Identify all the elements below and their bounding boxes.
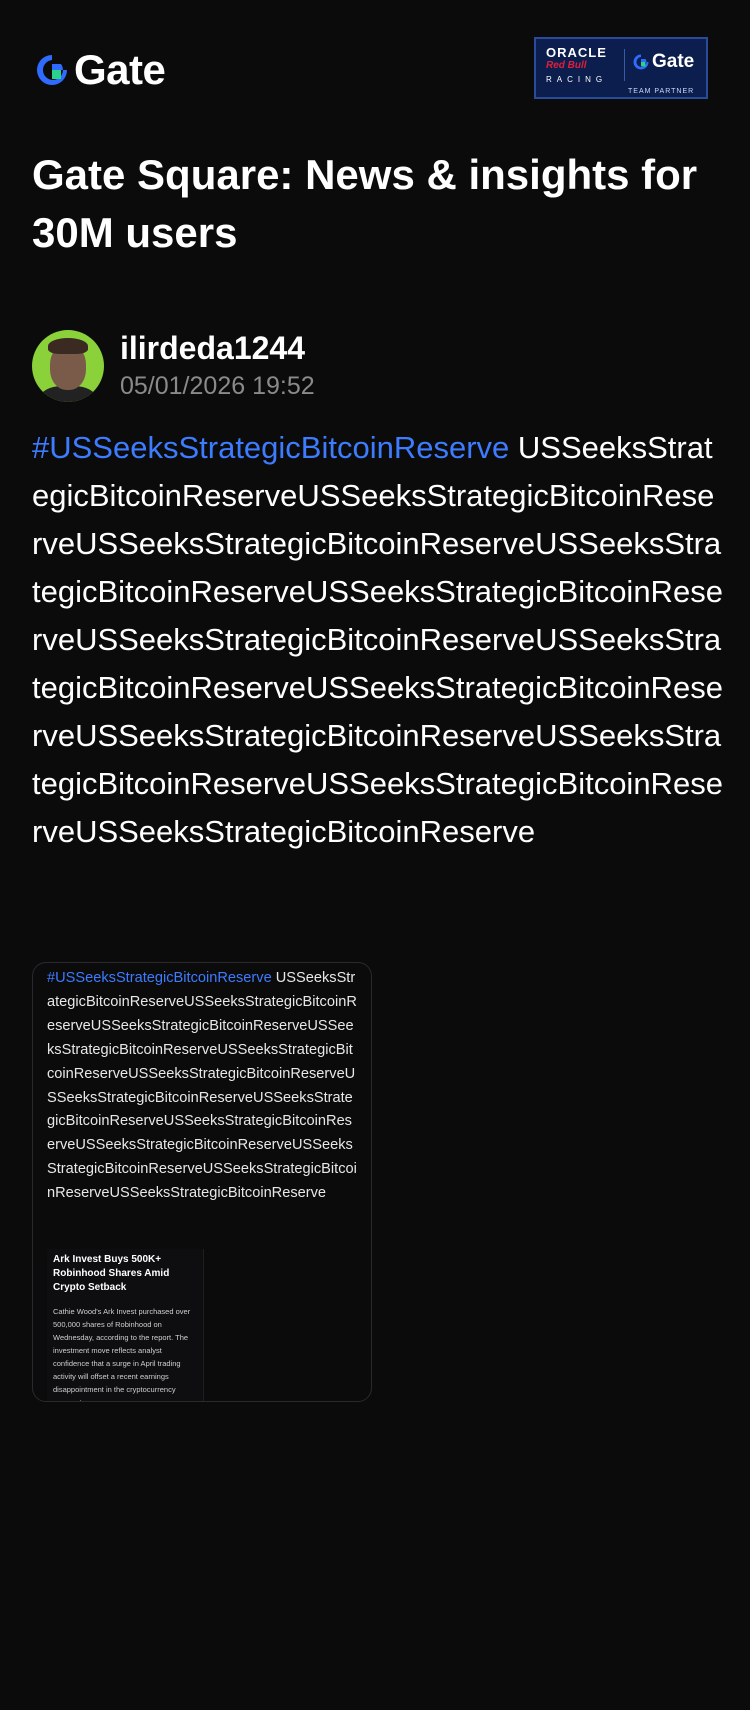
partner-tag: TEAM PARTNER <box>628 88 695 95</box>
gate-logo-icon <box>37 55 67 85</box>
gate-logo[interactable]: Gate <box>34 46 166 93</box>
embed-hashtag: #USSeeksStrategicBitcoinReserve <box>47 970 272 986</box>
header: Gate ORACLE Red Bull RACING Gate TEAM PA… <box>0 0 750 140</box>
page-title: Gate Square: News & insights for 30M use… <box>32 151 698 256</box>
gate-logo-icon <box>633 54 649 70</box>
team-partner-badge: ORACLE Red Bull RACING Gate TEAM PARTNER <box>534 37 708 99</box>
post-timestamp: 05/01/2026 19:52 <box>120 372 315 400</box>
embed-body: USSeeksStrategicBitcoinReserveUSSeeksStr… <box>47 970 357 1202</box>
hashtag-link[interactable]: #USSeeksStrategicBitcoinReserve <box>32 430 509 465</box>
news-card-title: Ark Invest Buys 500K+ Robinhood Shares A… <box>53 1254 170 1293</box>
post-body: #USSeeksStrategicBitcoinReserve USSeeksS… <box>32 424 724 856</box>
news-card: Ark Invest Buys 500K+ Robinhood Shares A… <box>47 1249 204 1401</box>
partner-brand: Gate <box>652 51 695 72</box>
logo-text: Gate <box>74 46 166 93</box>
partner-redbull: Red Bull <box>546 60 587 71</box>
partner-gate-logo: Gate <box>632 51 694 73</box>
partner-oracle: ORACLE <box>546 45 607 60</box>
username[interactable]: ilirdeda1244 <box>120 329 315 367</box>
embedded-image[interactable]: #USSeeksStrategicBitcoinReserve USSeeksS… <box>32 962 372 1402</box>
embed-text: #USSeeksStrategicBitcoinReserve USSeeksS… <box>47 967 359 1206</box>
partner-racing: RACING <box>546 75 608 84</box>
avatar[interactable] <box>32 330 104 402</box>
news-card-text: Cathie Wood's Ark Invest purchased over … <box>53 1307 191 1401</box>
post-author[interactable]: ilirdeda1244 05/01/2026 19:52 <box>32 328 315 404</box>
author-info: ilirdeda1244 05/01/2026 19:52 <box>120 329 315 403</box>
partner-divider <box>624 49 625 81</box>
post-text: USSeeksStrategicBitcoinReserveUSSeeksStr… <box>32 430 723 849</box>
